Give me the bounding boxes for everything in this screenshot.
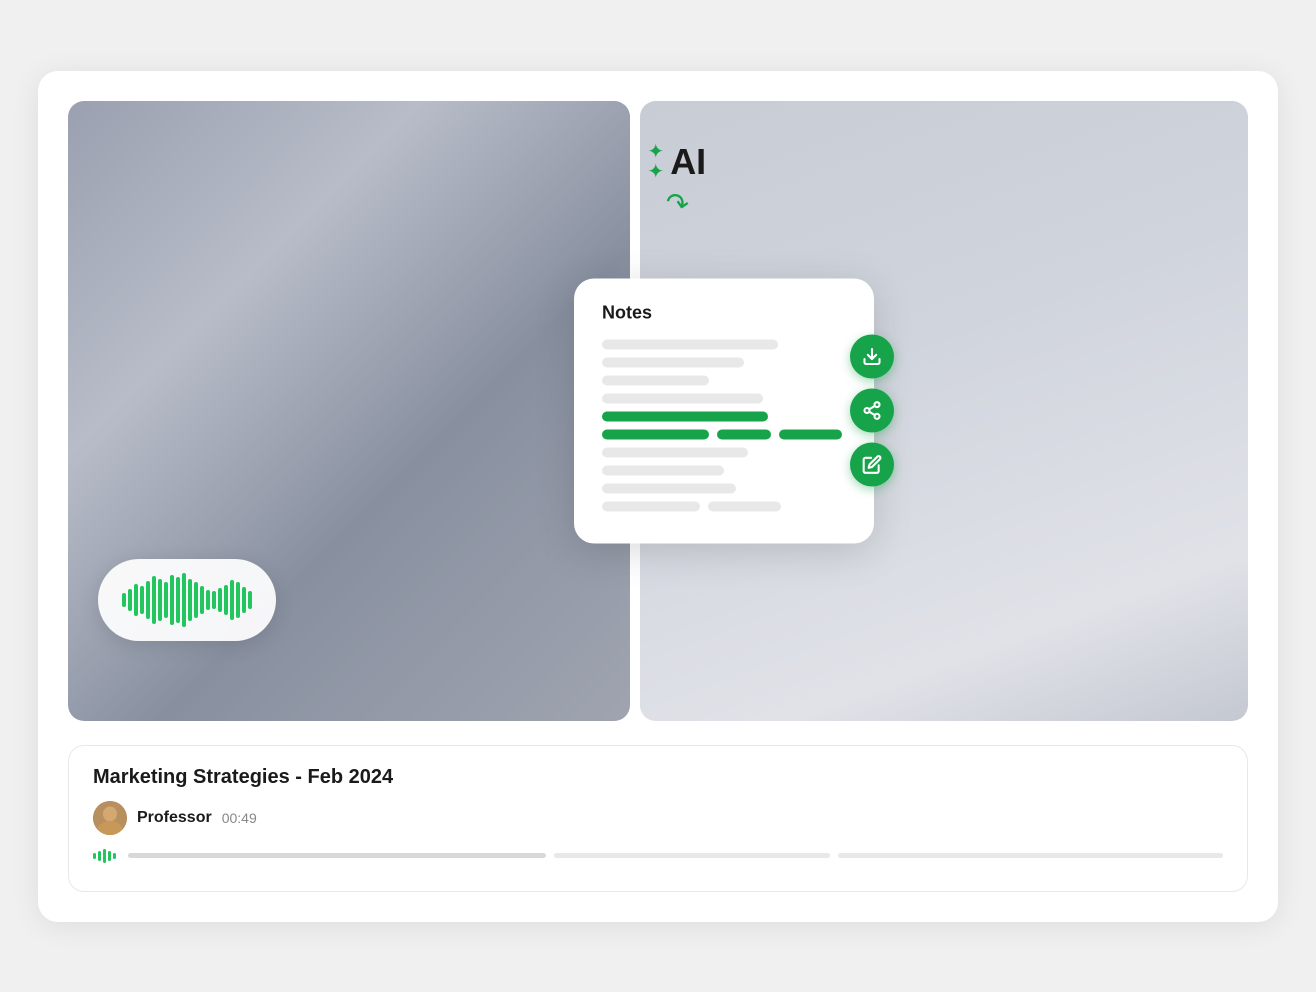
note-line: [602, 357, 744, 367]
wave-bar: [134, 584, 138, 616]
note-lines-row: [602, 429, 846, 439]
wave-bar: [152, 576, 156, 624]
edit-button[interactable]: [850, 443, 894, 487]
wave-bar: [158, 579, 162, 621]
wave-bar: [212, 591, 216, 609]
wave-bar: [206, 590, 210, 610]
ai-label: ✦✦ AI ↷: [647, 141, 706, 220]
professor-name: Professor: [137, 809, 212, 827]
wave-bar: [128, 589, 132, 611]
note-lines-row: [602, 501, 846, 511]
wave-bar: [248, 591, 252, 609]
wave-bar: [146, 581, 150, 619]
note-line-green: [779, 429, 842, 439]
notes-card-title: Notes: [602, 302, 846, 323]
action-buttons: [850, 335, 894, 487]
progress-bar[interactable]: [128, 853, 1223, 858]
mini-wave-bar: [93, 853, 96, 859]
main-card: ✦✦ AI ↷ Notes: [38, 71, 1278, 922]
mini-wave-bar: [103, 849, 106, 863]
mini-wave-bar: [108, 851, 111, 861]
note-line-green: [602, 411, 768, 421]
note-line: [602, 501, 700, 511]
ai-text-wrapper: ✦✦ AI: [647, 141, 706, 183]
wave-bar: [170, 575, 174, 625]
note-line: [602, 483, 736, 493]
duration: 00:49: [222, 810, 257, 826]
progress-segment-1: [128, 853, 546, 858]
mini-wave-bar: [98, 851, 101, 861]
playback-row: [93, 849, 1223, 863]
share-icon: [862, 401, 882, 421]
bottom-section: Marketing Strategies - Feb 2024 Professo…: [68, 745, 1248, 892]
note-line: [602, 339, 778, 349]
progress-segment-2: [554, 853, 829, 858]
note-line: [602, 465, 724, 475]
note-line-green: [717, 429, 771, 439]
wave-bar: [236, 582, 240, 618]
download-button[interactable]: [850, 335, 894, 379]
note-line: [602, 375, 709, 385]
notes-card: Notes: [574, 278, 874, 543]
wave-bar: [194, 582, 198, 618]
recording-meta: Professor 00:49: [93, 801, 1223, 835]
wave-bar: [200, 586, 204, 614]
share-button[interactable]: [850, 389, 894, 433]
ai-heading: AI: [670, 141, 706, 183]
wave-bar: [224, 585, 228, 615]
note-line: [708, 501, 781, 511]
avatar: [93, 801, 127, 835]
wave-bar: [164, 582, 168, 618]
edit-icon: [862, 455, 882, 475]
wave-bar: [176, 577, 180, 623]
sparkle-icon: ✦✦: [647, 142, 664, 182]
wave-bar: [242, 587, 246, 613]
wave-bar: [182, 573, 186, 627]
mini-waveform-icon: [93, 849, 116, 863]
note-line-green: [602, 429, 709, 439]
ai-arrow-icon: ↷: [662, 185, 691, 222]
wave-bar: [230, 580, 234, 620]
wave-bar: [218, 588, 222, 612]
top-section: ✦✦ AI ↷ Notes: [68, 101, 1248, 721]
note-line: [602, 393, 763, 403]
waveform-visual: [122, 573, 252, 627]
wave-bar: [188, 579, 192, 621]
wave-bar: [140, 586, 144, 614]
progress-segment-3: [838, 853, 1223, 858]
mini-wave-bar: [113, 853, 116, 859]
recording-title: Marketing Strategies - Feb 2024: [93, 766, 1223, 789]
avatar-image: [93, 801, 127, 835]
waveform-badge: [98, 559, 276, 641]
photo-left: [68, 101, 630, 721]
wave-bar: [122, 593, 126, 607]
note-line: [602, 447, 748, 457]
download-icon: [862, 347, 882, 367]
